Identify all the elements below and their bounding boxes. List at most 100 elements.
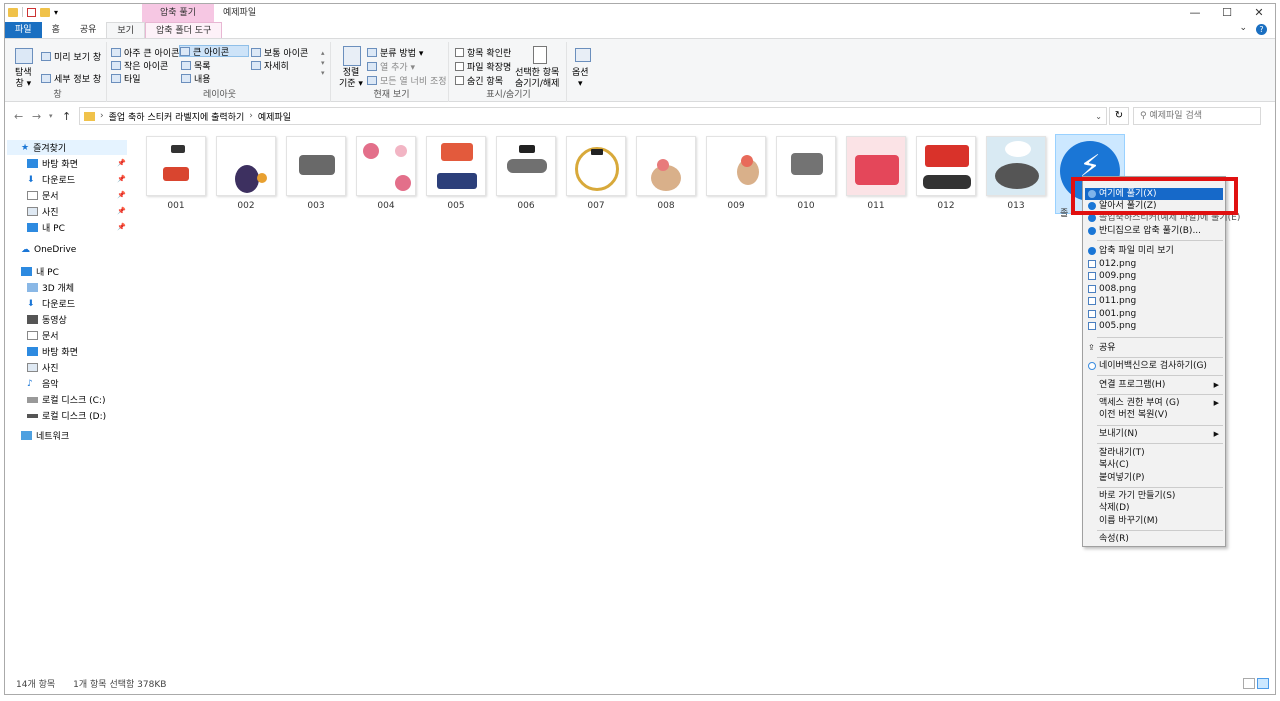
large-icons-view-icon[interactable] <box>1257 678 1269 689</box>
nav-downloads[interactable]: ⬇ 다운로드 <box>27 172 75 187</box>
up-arrow-icon[interactable]: ↑ <box>62 110 71 123</box>
pin-icon[interactable]: 📌 <box>117 207 126 215</box>
menu-item-cut[interactable]: 잘라내기(T) <box>1085 447 1223 459</box>
menu-item-open-with[interactable]: 연결 프로그램(H) ▶ <box>1085 379 1223 391</box>
quick-access-toolbar[interactable]: ▾ <box>8 7 58 17</box>
nav-this-pc[interactable]: 내 PC <box>21 264 59 279</box>
search-input[interactable]: ⚲ 예제파일 검색 <box>1133 107 1261 125</box>
menu-item-create-shortcut[interactable]: 바로 가기 만들기(S) <box>1085 490 1223 502</box>
new-folder-icon[interactable] <box>40 7 50 17</box>
preview-pane-button[interactable]: 미리 보기 창 <box>41 50 101 63</box>
back-arrow-icon[interactable]: ← <box>14 110 23 123</box>
address-dropdown-icon[interactable]: ⌄ <box>1095 112 1102 121</box>
size-all-columns-button[interactable]: 모든 열 너비 조정 <box>367 74 447 87</box>
menu-item-extract-with-bandizip[interactable]: 반디집으로 압축 풀기(B)... <box>1085 225 1223 237</box>
forward-arrow-icon[interactable]: → <box>32 110 41 123</box>
nav-local-disk-c[interactable]: 로컬 디스크 (C:) <box>27 392 105 407</box>
chevron-down-icon[interactable]: ▾ <box>54 8 58 17</box>
file-item[interactable]: 011 <box>843 134 909 216</box>
nav-pc-documents[interactable]: 문서 <box>27 328 59 343</box>
nav-pictures[interactable]: 사진 <box>27 204 59 219</box>
minimize-button[interactable]: — <box>1179 4 1211 22</box>
add-columns-button[interactable]: 열 추가 ▾ <box>367 60 415 73</box>
recent-locations-icon[interactable]: ▾ <box>49 112 53 120</box>
maximize-button[interactable]: ☐ <box>1211 4 1243 22</box>
layout-large[interactable]: 큰 아이콘 <box>179 45 249 58</box>
tab-compressed-folder-tools[interactable]: 압축 폴더 도구 <box>144 22 223 38</box>
layout-extra-large[interactable]: 아주 큰 아이콘 <box>111 46 179 59</box>
menu-item-file[interactable]: 009.png <box>1085 270 1223 282</box>
file-item[interactable]: 012 <box>913 134 979 216</box>
nav-pc-pictures[interactable]: 사진 <box>27 360 59 375</box>
nav-this-pc-quick[interactable]: 내 PC <box>27 220 65 235</box>
nav-pc-desktop[interactable]: 바탕 화면 <box>27 344 78 359</box>
nav-local-disk-d[interactable]: 로컬 디스크 (D:) <box>27 408 106 423</box>
file-item[interactable]: 004 <box>353 134 419 216</box>
menu-item-restore-previous[interactable]: 이전 버전 복원(V) <box>1085 409 1223 421</box>
menu-item-give-access[interactable]: 액세스 권한 부여 (G) ▶ <box>1085 397 1223 409</box>
properties-icon[interactable] <box>27 7 36 17</box>
file-item[interactable]: 007 <box>563 134 629 216</box>
file-item[interactable]: 002 <box>213 134 279 216</box>
file-item[interactable]: 010 <box>773 134 839 216</box>
breadcrumb-item[interactable]: 졸업 축하 스티커 라벨지에 출력하기 <box>109 110 245 123</box>
file-item[interactable]: 008 <box>633 134 699 216</box>
file-item[interactable]: 006 <box>493 134 559 216</box>
nav-onedrive[interactable]: ☁ OneDrive <box>21 242 76 257</box>
refresh-button[interactable]: ↻ <box>1109 107 1129 125</box>
menu-item-file[interactable]: 008.png <box>1085 283 1223 295</box>
options-button[interactable]: 옵션 ▾ <box>572 68 589 90</box>
nav-music[interactable]: ♪ 음악 <box>27 376 59 391</box>
breadcrumb-item[interactable]: 예제파일 <box>258 110 291 123</box>
menu-item-share[interactable]: ⇪ 공유 <box>1085 342 1223 354</box>
menu-item-send-to[interactable]: 보내기(N) ▶ <box>1085 428 1223 440</box>
tab-home[interactable]: 홈 <box>42 22 70 38</box>
hidden-items-toggle[interactable]: 숨긴 항목 <box>455 74 503 87</box>
tab-file[interactable]: 파일 <box>5 22 42 38</box>
details-view-icon[interactable] <box>1243 678 1255 689</box>
menu-item-naver-vaccine-scan[interactable]: 네이버백신으로 검사하기(G) <box>1085 360 1223 372</box>
pin-icon[interactable]: 📌 <box>117 191 126 199</box>
nav-documents[interactable]: 문서 <box>27 188 59 203</box>
nav-desktop[interactable]: 바탕 화면 <box>27 156 78 171</box>
file-item[interactable]: 009 <box>703 134 769 216</box>
collapse-ribbon-icon[interactable]: ⌄ <box>1239 23 1247 33</box>
menu-item-preview-archive[interactable]: 압축 파일 미리 보기 <box>1085 245 1223 257</box>
group-by-button[interactable]: 분류 방법 ▾ <box>367 46 423 59</box>
layout-small[interactable]: 작은 아이콘 <box>111 59 168 72</box>
menu-item-file[interactable]: 012.png <box>1085 258 1223 270</box>
tab-view[interactable]: 보기 <box>106 22 145 38</box>
nav-3d-objects[interactable]: 3D 개체 <box>27 280 74 295</box>
menu-item-properties[interactable]: 속성(R) <box>1085 533 1223 545</box>
menu-item-file[interactable]: 001.png <box>1085 308 1223 320</box>
layout-medium[interactable]: 보통 아이콘 <box>251 46 308 59</box>
layout-list[interactable]: 목록 <box>181 59 211 72</box>
file-item[interactable]: 013 <box>983 134 1049 216</box>
file-item[interactable]: 003 <box>283 134 349 216</box>
menu-item-delete[interactable]: 삭제(D) <box>1085 502 1223 514</box>
details-pane-button[interactable]: 세부 정보 창 <box>41 72 101 85</box>
nav-videos[interactable]: 동영상 <box>27 312 67 327</box>
nav-network[interactable]: 네트워크 <box>21 428 69 443</box>
pin-icon[interactable]: 📌 <box>117 159 126 167</box>
pin-icon[interactable]: 📌 <box>117 223 126 231</box>
file-item[interactable]: 001 <box>143 134 209 216</box>
menu-item-file[interactable]: 011.png <box>1085 295 1223 307</box>
layout-details[interactable]: 자세히 <box>251 59 289 72</box>
address-box[interactable]: › 졸업 축하 스티커 라벨지에 출력하기 › 예제파일 ⌄ <box>79 107 1107 125</box>
menu-item-file[interactable]: 005.png <box>1085 320 1223 332</box>
help-icon[interactable]: ? <box>1256 24 1267 35</box>
tab-share[interactable]: 공유 <box>70 22 107 38</box>
menu-item-rename[interactable]: 이름 바꾸기(M) <box>1085 515 1223 527</box>
file-item[interactable]: 005 <box>423 134 489 216</box>
nav-quick-access[interactable]: ★ 즐겨찾기 <box>7 140 127 155</box>
layout-scroll[interactable]: ▴ ▾ ▾ <box>321 48 325 78</box>
nav-pc-downloads[interactable]: ⬇ 다운로드 <box>27 296 75 311</box>
layout-tiles[interactable]: 타일 <box>111 72 141 85</box>
layout-content[interactable]: 내용 <box>181 72 211 85</box>
file-extensions-toggle[interactable]: 파일 확장명 <box>455 60 511 73</box>
item-checkboxes-toggle[interactable]: 항목 확인란 <box>455 46 511 59</box>
close-button[interactable]: ✕ <box>1243 4 1275 22</box>
pin-icon[interactable]: 📌 <box>117 175 126 183</box>
menu-item-copy[interactable]: 복사(C) <box>1085 459 1223 471</box>
